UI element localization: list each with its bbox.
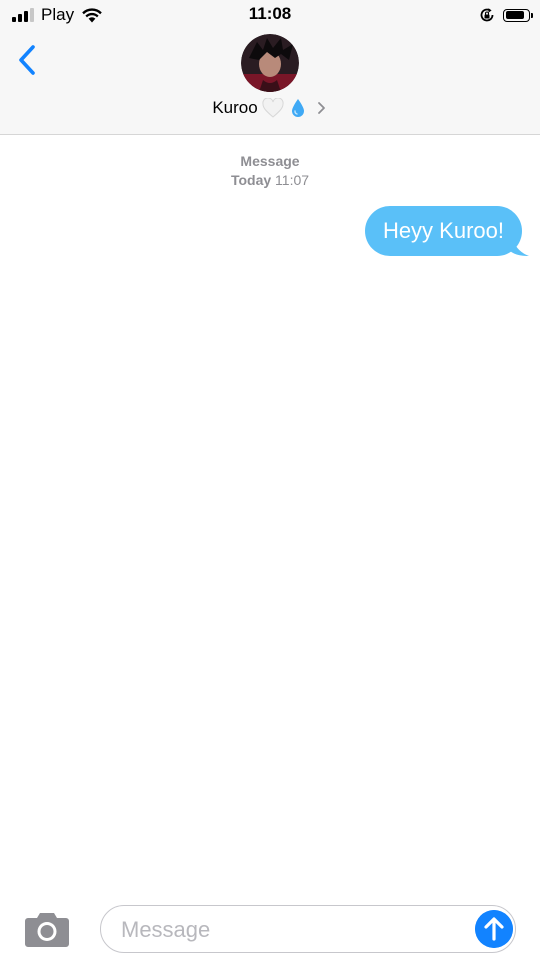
chevron-right-icon <box>317 102 325 114</box>
message-text: Heyy Kuroo! <box>382 218 504 243</box>
bubble-tail <box>509 236 529 256</box>
message-input-placeholder: Message <box>121 917 211 942</box>
service-label: Message <box>240 153 300 169</box>
day-label: Today <box>230 172 272 188</box>
message-bubble[interactable]: Heyy Kuroo! <box>364 206 529 256</box>
status-bar: Play 11:08 <box>0 0 540 30</box>
contact-details-button[interactable]: Kuroo <box>0 98 540 118</box>
message-time-line: Today 11:07 <box>0 170 540 190</box>
message-input[interactable]: Message <box>100 905 516 953</box>
conversation-header: Kuroo <box>0 30 540 135</box>
conversation-timestamp: Message Today 11:07 <box>0 152 540 190</box>
contact-avatar[interactable] <box>241 34 299 92</box>
battery-icon <box>503 8 533 22</box>
battery-level-fill <box>505 11 525 19</box>
time-label: 11:07 <box>275 172 310 188</box>
contact-name: Kuroo <box>212 98 258 117</box>
back-button[interactable] <box>14 42 44 78</box>
status-bar-right <box>479 5 533 25</box>
white-heart-icon <box>262 98 284 118</box>
status-bar-time: 11:08 <box>248 4 292 23</box>
camera-button[interactable] <box>24 910 70 948</box>
sent-message[interactable]: Heyy Kuroo! <box>364 206 529 256</box>
send-button[interactable] <box>475 910 513 948</box>
droplet-icon <box>291 99 304 117</box>
rotation-lock-icon <box>480 8 494 22</box>
